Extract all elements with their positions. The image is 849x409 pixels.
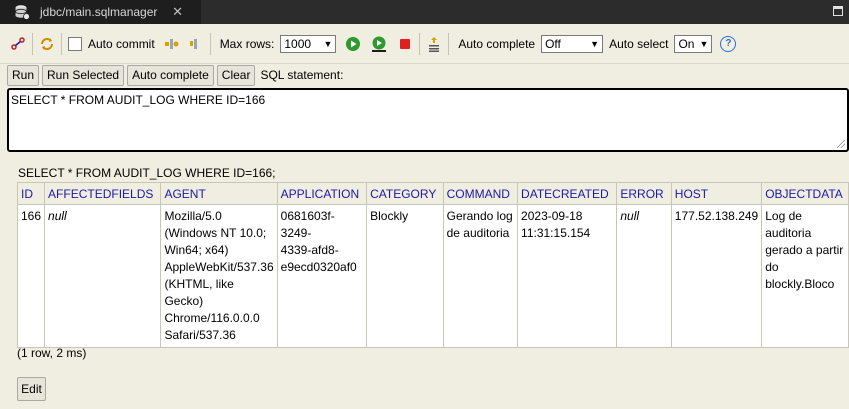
tab-bar: jdbc/main.sqlmanager ✕ bbox=[0, 0, 849, 24]
tab-sqlmanager[interactable]: jdbc/main.sqlmanager ✕ bbox=[0, 0, 201, 24]
connect-icon[interactable] bbox=[10, 36, 26, 52]
sql-text: SELECT * FROM AUDIT_LOG WHERE ID=166 bbox=[11, 93, 266, 107]
column-header-command[interactable]: COMMAND bbox=[442, 182, 519, 205]
cell-agent[interactable]: Mozilla/5.0 (Windows NT 10.0; Win64; x64… bbox=[160, 204, 278, 348]
cell-application[interactable]: 0681603f-3249- 4339-afd8- e9ecd0320af0 bbox=[276, 204, 368, 348]
sql-statement-label: SQL statement: bbox=[260, 68, 344, 82]
auto-commit-toggle[interactable]: Auto commit bbox=[68, 36, 158, 51]
cell-line: 4339-afd8- bbox=[280, 243, 339, 257]
cell-line: 11:31:15.154 bbox=[521, 226, 591, 240]
cell-line: blockly.Bloco bbox=[765, 277, 835, 291]
chevron-down-icon: ▼ bbox=[699, 38, 709, 49]
toolbar-separator bbox=[61, 32, 62, 55]
cell-line: de auditoria bbox=[446, 226, 510, 240]
auto-complete-value: Off bbox=[545, 36, 561, 51]
results-table: ID AFFECTEDFIELDS AGENT APPLICATION CATE… bbox=[16, 182, 849, 348]
auto-commit-checkbox[interactable] bbox=[68, 36, 82, 51]
column-header-error[interactable]: ERROR bbox=[616, 182, 672, 205]
commit-icon[interactable] bbox=[164, 36, 180, 52]
column-header-category[interactable]: CATEGORY bbox=[366, 182, 444, 205]
chevron-down-icon: ▼ bbox=[590, 38, 600, 49]
auto-commit-label: Auto commit bbox=[88, 36, 155, 51]
cell-line: (Windows NT 10.0; bbox=[164, 226, 267, 240]
clear-button[interactable]: Clear bbox=[216, 64, 256, 86]
auto-complete-button[interactable]: Auto complete bbox=[127, 64, 214, 86]
cell-affectedfields[interactable]: null bbox=[44, 204, 162, 348]
run-button[interactable]: Run bbox=[7, 64, 40, 86]
cell-objectdata[interactable]: Log de auditoria gerado a partir do bloc… bbox=[761, 204, 849, 348]
run-step-icon[interactable] bbox=[371, 36, 387, 52]
rollback-icon[interactable] bbox=[188, 36, 204, 52]
result-query-title: SELECT * FROM AUDIT_LOG WHERE ID=166; bbox=[18, 166, 276, 180]
column-header-datecreated[interactable]: DATECREATED bbox=[517, 182, 618, 205]
chevron-down-icon: ▼ bbox=[323, 38, 333, 49]
cell-command[interactable]: Gerando log de auditoria bbox=[442, 204, 519, 348]
column-header-affectedfields[interactable]: AFFECTEDFIELDS bbox=[44, 182, 162, 205]
cell-line: Chrome/116.0.0.0 bbox=[164, 311, 260, 325]
cell-line: Gerando log bbox=[446, 209, 513, 223]
cell-line: 0681603f-3249- bbox=[280, 209, 335, 240]
row-count: (1 row, 2 ms) bbox=[17, 346, 87, 360]
table-header-row: ID AFFECTEDFIELDS AGENT APPLICATION CATE… bbox=[16, 182, 849, 205]
cell-line: auditoria bbox=[765, 226, 812, 240]
column-header-application[interactable]: APPLICATION bbox=[276, 182, 368, 205]
run-selected-button[interactable]: Run Selected bbox=[42, 64, 125, 86]
toolbar-separator bbox=[419, 32, 421, 55]
column-header-host[interactable]: HOST bbox=[670, 182, 763, 205]
max-rows-select[interactable]: 1000 ▼ bbox=[280, 34, 337, 53]
edit-button[interactable]: Edit bbox=[17, 377, 46, 401]
auto-select-select[interactable]: On ▼ bbox=[674, 34, 713, 53]
auto-select-label: Auto select bbox=[609, 36, 669, 51]
cell-line: (KHTML, like bbox=[164, 277, 234, 291]
stop-icon[interactable] bbox=[397, 36, 413, 52]
sql-input[interactable]: SELECT * FROM AUDIT_LOG WHERE ID=166 bbox=[7, 88, 849, 152]
history-icon[interactable] bbox=[426, 36, 442, 52]
cell-line: Win64; x64) bbox=[164, 243, 229, 257]
maximize-icon[interactable] bbox=[833, 6, 843, 16]
cell-line: gerado a partir bbox=[765, 243, 844, 257]
run-icon[interactable] bbox=[345, 36, 361, 52]
close-icon[interactable]: ✕ bbox=[172, 4, 183, 20]
column-header-objectdata[interactable]: OBJECTDATA bbox=[761, 182, 849, 205]
cell-line: do bbox=[765, 260, 779, 274]
cell-id[interactable]: 166 bbox=[16, 204, 46, 348]
cell-line: Log de bbox=[765, 209, 802, 223]
toolbar: Auto commit Max rows: 1000 ▼ Auto comple… bbox=[0, 24, 849, 64]
cell-line: 2023-09-18 bbox=[521, 209, 583, 223]
refresh-icon[interactable] bbox=[39, 36, 55, 52]
table-row[interactable]: 166 null Mozilla/5.0 (Windows NT 10.0; W… bbox=[16, 204, 849, 348]
max-rows-label: Max rows: bbox=[219, 36, 275, 51]
cell-line: e9ecd0320af0 bbox=[280, 260, 357, 274]
column-header-id[interactable]: ID bbox=[16, 182, 46, 205]
cell-line: Mozilla/5.0 bbox=[164, 209, 222, 223]
cell-line: Safari/537.36 bbox=[164, 328, 236, 342]
sql-action-bar: Run Run Selected Auto complete Clear SQL… bbox=[7, 64, 343, 86]
max-rows-value: 1000 bbox=[284, 36, 312, 51]
toolbar-separator bbox=[448, 32, 450, 55]
cell-line: AppleWebKit/537.36 bbox=[164, 260, 274, 274]
resize-grip-icon[interactable] bbox=[837, 140, 845, 148]
cell-host[interactable]: 177.52.138.249 bbox=[670, 204, 763, 348]
toolbar-separator bbox=[32, 32, 33, 55]
database-icon bbox=[15, 5, 30, 20]
auto-complete-label: Auto complete bbox=[458, 36, 536, 51]
cell-error[interactable]: null bbox=[616, 204, 672, 348]
toolbar-separator bbox=[209, 32, 211, 55]
tab-title: jdbc/main.sqlmanager bbox=[40, 5, 158, 19]
auto-complete-select[interactable]: Off ▼ bbox=[541, 34, 604, 53]
column-header-agent[interactable]: AGENT bbox=[160, 182, 278, 205]
cell-category[interactable]: Blockly bbox=[366, 204, 444, 348]
auto-select-value: On bbox=[678, 36, 695, 51]
cell-datecreated[interactable]: 2023-09-18 11:31:15.154 bbox=[517, 204, 618, 348]
help-icon[interactable]: ? bbox=[720, 35, 737, 52]
cell-line: Gecko) bbox=[164, 294, 204, 308]
